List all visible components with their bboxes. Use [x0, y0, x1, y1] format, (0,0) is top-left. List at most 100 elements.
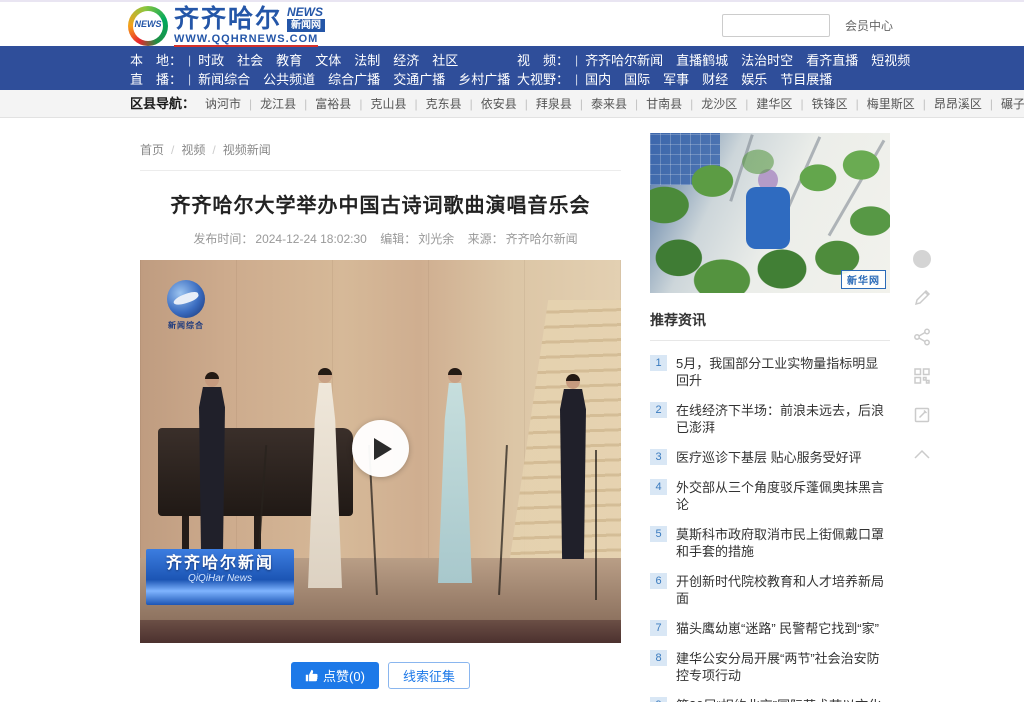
item-rank: 3	[650, 449, 667, 465]
logo-title: 齐齐哈尔	[174, 6, 282, 32]
nav-link[interactable]: 新闻综合	[198, 69, 250, 88]
main-nav: 本 地：| 时政 社会 教育 文体 法制 经济 社区 直 播：| 新闻综合 公共…	[0, 46, 1024, 90]
logo-url: WWW.QQHRNEWS.COM	[174, 33, 318, 47]
district-link[interactable]: 铁锋区	[812, 97, 867, 111]
list-item[interactable]: 3医疗巡诊下基层 贴心服务受好评	[650, 449, 890, 466]
page: NEWS 齐齐哈尔 NEWS 新闻网 WWW.QQHRNEWS.COM 会员中心	[0, 0, 1024, 702]
nav-link[interactable]: 法治时空	[741, 50, 793, 69]
district-link[interactable]: 依安县	[481, 97, 536, 111]
nav-link[interactable]: 交通广播	[393, 69, 445, 88]
nav-link[interactable]: 法制	[354, 50, 380, 69]
district-link[interactable]: 梅里斯区	[867, 97, 934, 111]
district-link[interactable]: 昂昂溪区	[934, 97, 1001, 111]
district-nav: 区县导航：讷河市龙江县富裕县克山县克东县依安县拜泉县泰来县甘南县龙沙区建华区铁锋…	[0, 90, 1024, 118]
clue-collect-button[interactable]: 线索征集	[388, 662, 470, 689]
district-link[interactable]: 甘南县	[646, 97, 701, 111]
list-item[interactable]: 5莫斯科市政府取消市民上街佩戴口罩和手套的措施	[650, 526, 890, 560]
share-nodes-icon	[913, 328, 931, 346]
district-link[interactable]: 富裕县	[315, 97, 370, 111]
site-logo[interactable]: NEWS 齐齐哈尔 NEWS 新闻网 WWW.QQHRNEWS.COM	[128, 6, 325, 47]
back-to-top-button[interactable]	[910, 442, 934, 466]
recommend-list: 15月，我国部分工业实物量指标明显回升 2在线经济下半场：前浪未远去，后浪已澎湃…	[650, 355, 890, 702]
play-button[interactable]	[352, 420, 409, 477]
list-item[interactable]: 15月，我国部分工业实物量指标明显回升	[650, 355, 890, 389]
district-link[interactable]: 龙沙区	[701, 97, 756, 111]
search-input[interactable]	[722, 14, 830, 37]
recommend-title: 推荐资讯	[650, 310, 890, 341]
breadcrumb-current: 视频新闻	[223, 143, 271, 157]
logo-news-en: NEWS	[287, 6, 323, 19]
user-circle-button[interactable]	[910, 247, 934, 271]
divider	[140, 170, 621, 171]
item-rank: 2	[650, 402, 667, 418]
editor-name: 刘光余	[418, 232, 454, 246]
nav-link[interactable]: 财经	[702, 69, 728, 88]
nav-link[interactable]: 看齐直播	[806, 50, 858, 69]
nav-link[interactable]: 节目展播	[780, 69, 832, 88]
source-name: 齐齐哈尔新闻	[506, 232, 578, 246]
sidebar: 新华网 推荐资讯 15月，我国部分工业实物量指标明显回升 2在线经济下半场：前浪…	[650, 133, 890, 702]
district-link[interactable]: 泰来县	[591, 97, 646, 111]
editor-label: 编辑：	[380, 232, 416, 246]
share-button[interactable]	[910, 325, 934, 349]
mic-stand	[595, 450, 597, 600]
list-item[interactable]: 7猫头鹰幼崽“迷路” 民警帮它找到“家”	[650, 620, 890, 637]
nav-link[interactable]: 社会	[237, 50, 263, 69]
nav-link[interactable]: 短视频	[871, 50, 910, 69]
nav-label: 本 地：	[130, 50, 182, 69]
nav-link[interactable]: 国内	[585, 69, 611, 88]
nav-link[interactable]: 经济	[393, 50, 419, 69]
list-item[interactable]: 6开创新时代院校教育和人才培养新局面	[650, 573, 890, 607]
nav-link[interactable]: 军事	[663, 69, 689, 88]
nav-link[interactable]: 国际	[624, 69, 650, 88]
qrcode-icon	[913, 367, 931, 385]
breadcrumb-home[interactable]: 首页	[140, 143, 181, 157]
nav-link[interactable]: 文体	[315, 50, 341, 69]
logo-badge-text: NEWS	[128, 19, 168, 29]
floating-toolbar	[908, 247, 936, 466]
breadcrumb: 首页视频视频新闻	[140, 118, 621, 158]
district-link[interactable]: 碾子山区	[1001, 97, 1024, 111]
list-item[interactable]: 2在线经济下半场：前浪未远去，后浪已澎湃	[650, 402, 890, 436]
district-link[interactable]: 龙江县	[260, 97, 315, 111]
breadcrumb-video[interactable]: 视频	[181, 143, 222, 157]
play-icon	[374, 438, 392, 460]
comment-edit-button[interactable]	[910, 286, 934, 310]
district-link[interactable]: 建华区	[756, 97, 811, 111]
item-rank: 7	[650, 620, 667, 636]
nav-link[interactable]: 乡村广播	[458, 69, 510, 88]
district-link[interactable]: 克东县	[426, 97, 481, 111]
item-rank: 5	[650, 526, 667, 542]
video-title-banner: 齐齐哈尔新闻 QiQiHar News	[146, 549, 294, 605]
post-edit-button[interactable]	[910, 403, 934, 427]
district-link[interactable]: 讷河市	[205, 97, 260, 111]
page-title: 齐齐哈尔大学举办中国古诗词歌曲演唱音乐会	[140, 189, 621, 218]
chevron-up-icon	[913, 448, 931, 460]
performer-woman-cream	[308, 368, 342, 588]
list-item[interactable]: 8建华公安分局开展“两节”社会治安防控专项行动	[650, 650, 890, 684]
qrcode-button[interactable]	[910, 364, 934, 388]
nav-link[interactable]: 娱乐	[741, 69, 767, 88]
item-rank: 1	[650, 355, 667, 371]
nav-link[interactable]: 齐齐哈尔新闻	[585, 50, 663, 69]
nav-link[interactable]: 社区	[432, 50, 458, 69]
source-label: 来源：	[468, 232, 504, 246]
thumbs-up-icon	[305, 669, 318, 682]
logo-news-cn: 新闻网	[287, 19, 325, 32]
district-link[interactable]: 克山县	[370, 97, 425, 111]
sidebar-top-image[interactable]: 新华网	[650, 133, 890, 293]
nav-link[interactable]: 公共频道	[263, 69, 315, 88]
nav-link[interactable]: 教育	[276, 50, 302, 69]
list-item[interactable]: 9第20届“相约北京”国际艺术节以文化之光添彩冬奥	[650, 697, 890, 702]
nav-row-vision: 大视野：| 国内 国际 军事 财经 娱乐 节目展播	[517, 69, 923, 88]
list-item[interactable]: 4外交部从三个角度驳斥蓬佩奥抹黑言论	[650, 479, 890, 513]
video-player[interactable]: 新闻综合 齐齐哈尔新闻 QiQiHar News	[140, 260, 621, 643]
nav-link[interactable]: 直播鹤城	[676, 50, 728, 69]
like-button[interactable]: 点赞(0)	[291, 662, 379, 689]
member-center-link[interactable]: 会员中心	[845, 17, 893, 34]
xinhuanet-watermark: 新华网	[841, 270, 886, 289]
nav-label: 大视野：	[517, 69, 569, 88]
district-link[interactable]: 拜泉县	[536, 97, 591, 111]
nav-link[interactable]: 时政	[198, 50, 224, 69]
nav-link[interactable]: 综合广播	[328, 69, 380, 88]
